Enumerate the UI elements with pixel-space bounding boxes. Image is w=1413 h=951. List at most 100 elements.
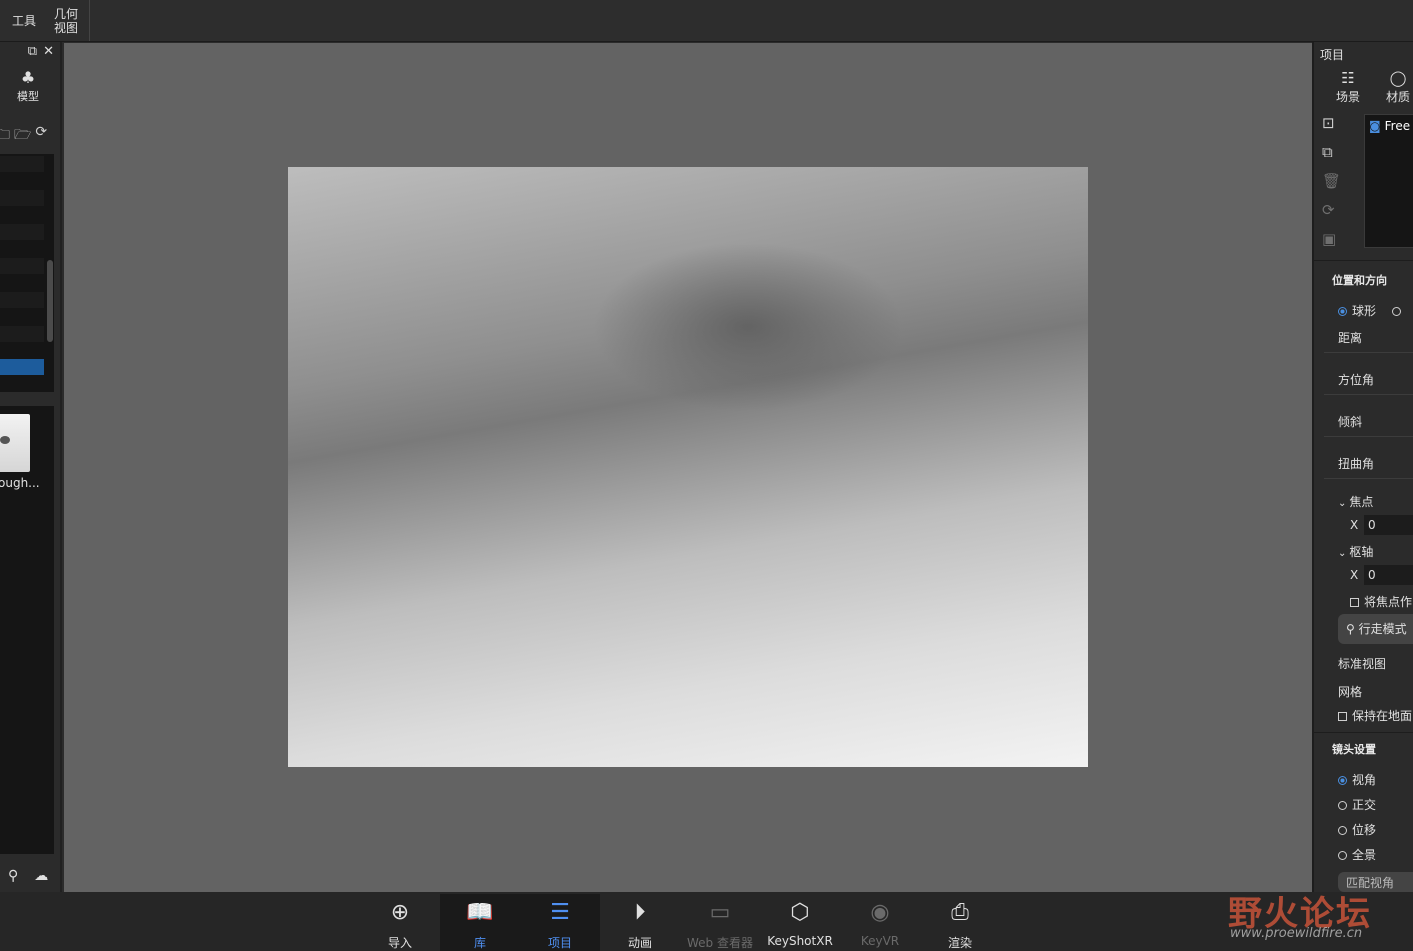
import-label: 导入 <box>387 936 412 950</box>
lens-option-shift[interactable]: 位移 <box>1338 821 1376 838</box>
keyshotxr-label: KeyShotXR <box>767 934 833 948</box>
camera-icon: ◙ <box>1369 119 1381 133</box>
model-thumbnail-label: ough... <box>0 476 40 490</box>
lens-option-label: 视角 <box>1352 773 1377 787</box>
keyshotxr-button[interactable]: ⬡ KeyShotXR <box>760 894 840 951</box>
animation-button[interactable]: ⏵ 动画 <box>600 894 680 951</box>
set-focus-checkbox[interactable]: 将焦点作 <box>1350 593 1412 610</box>
slider-track[interactable] <box>1324 436 1413 437</box>
distance-label: 距离 <box>1338 331 1363 345</box>
scene-icon: ☷ <box>1341 69 1355 87</box>
library-footer: ⚲ ☁ <box>8 868 48 884</box>
slider-track[interactable] <box>1324 478 1413 479</box>
tree-row[interactable] <box>0 258 44 274</box>
tree-row[interactable] <box>0 326 44 342</box>
add-folder-icon[interactable]: 🗀 <box>0 124 10 148</box>
render-viewport[interactable] <box>64 43 1312 892</box>
grid-label: 网格 <box>1338 685 1363 699</box>
focus-x-input[interactable]: 0 <box>1364 515 1413 535</box>
checkbox-icon <box>1350 598 1359 607</box>
lens-option-label: 正交 <box>1352 798 1377 812</box>
radio-icon <box>1338 851 1347 860</box>
camera-list[interactable]: ◙ Free <box>1364 114 1413 248</box>
material-icon: ◯ <box>1389 69 1407 87</box>
search-icon[interactable]: ⚲ <box>8 868 18 884</box>
refresh-icon[interactable]: ⟳ <box>35 124 47 148</box>
lens-option-label: 全景 <box>1352 848 1377 862</box>
focus-section-toggle[interactable]: ⌄ 焦点 <box>1338 493 1373 510</box>
toolbar-divider <box>89 0 90 41</box>
tree-row-selected[interactable] <box>0 359 44 375</box>
tab-models[interactable]: ♣ 模型 <box>6 68 50 104</box>
walk-icon: ⚲ <box>1346 622 1359 636</box>
library-icon: 📖 <box>466 900 494 925</box>
walk-mode-button[interactable]: ⚲ 行走模式 <box>1338 614 1413 644</box>
tools-button[interactable]: 工具 <box>4 0 44 41</box>
tree-scrollbar[interactable] <box>47 260 53 342</box>
top-toolbar: 工具 几何 视图 <box>0 0 1413 42</box>
pivot-section-toggle[interactable]: ⌄ 枢轴 <box>1338 543 1373 560</box>
model-thumbnails <box>0 406 54 854</box>
slider-track[interactable] <box>1324 394 1413 395</box>
slider-track[interactable] <box>1324 352 1413 353</box>
render-image[interactable] <box>288 167 1088 767</box>
tab-scene[interactable]: ☷ 场景 <box>1328 68 1368 105</box>
float-window-icon[interactable]: ⧉ <box>28 44 37 59</box>
bottom-ribbon: ⊕ 导入 📖 库 ☰ 项目 ⏵ 动画 ▭ Web 查看器 ⬡ KeyShotXR… <box>0 892 1413 951</box>
tab-material[interactable]: ◯ 材质 <box>1378 68 1413 105</box>
lens-option-perspective[interactable]: 视角 <box>1338 771 1376 788</box>
render-icon: ⎙ <box>951 900 969 925</box>
add-camera-icon[interactable]: ⊡ <box>1322 114 1341 132</box>
camera-list-item[interactable]: ◙ Free <box>1369 119 1410 133</box>
library-tools: 🗀 🗁 ⟳ <box>0 124 47 148</box>
radio-icon <box>1338 801 1347 810</box>
cloud-upload-icon[interactable]: ☁ <box>34 868 48 884</box>
library-panel: ⧉ ✕ ♣ 模型 🗀 🗁 ⟳ ough... ⚲ ☁ <box>0 42 62 892</box>
import-button[interactable]: ⊕ 导入 <box>360 894 440 951</box>
camera-tools: ⊡ ⧉ 🗑 ⟳ ▣ <box>1322 114 1341 248</box>
radio-selected-icon <box>1338 307 1347 316</box>
keyshot-window: 工具 几何 视图 ⧉ ✕ ♣ 模型 🗀 🗁 ⟳ ough... ⚲ ☁ 项目 ☷… <box>0 0 1413 951</box>
focus-x-label: X <box>1350 518 1359 532</box>
keep-ground-checkbox[interactable]: 保持在地面 <box>1338 707 1412 724</box>
radio-icon[interactable] <box>1392 307 1402 316</box>
animation-label: 动画 <box>627 936 652 950</box>
duplicate-camera-icon[interactable]: ⧉ <box>1322 143 1341 161</box>
reset-icon[interactable]: ⟳ <box>1322 201 1341 219</box>
keyvr-button[interactable]: ◉ KeyVR <box>840 894 920 951</box>
close-icon[interactable]: ✕ <box>43 44 54 59</box>
watermark-url: www.proewildfire.cn <box>1230 926 1363 941</box>
model-thumbnail[interactable] <box>0 414 30 472</box>
project-button[interactable]: ☰ 项目 <box>520 894 600 951</box>
section-divider <box>1314 260 1413 261</box>
pivot-x-input[interactable]: 0 <box>1364 565 1413 585</box>
lens-option-orthographic[interactable]: 正交 <box>1338 796 1376 813</box>
project-icon: ☰ <box>550 900 570 925</box>
section-position: 位置和方向 <box>1332 274 1387 287</box>
project-panel: 项目 ☷ 场景 ◯ 材质 ⊡ ⧉ 🗑 ⟳ ▣ ◙ Free 位置和方向 球形 距离… <box>1312 42 1413 892</box>
delete-icon[interactable]: 🗑 <box>1322 172 1341 190</box>
chevron-down-icon: ⌄ <box>1338 498 1347 509</box>
tree-row[interactable] <box>0 190 44 206</box>
folder-tree[interactable] <box>0 154 54 392</box>
library-label: 库 <box>473 936 486 950</box>
geometry-view-button[interactable]: 几何 视图 <box>46 0 86 41</box>
web-viewer-label: Web 查看器 <box>687 936 753 950</box>
open-folder-icon[interactable]: 🗁 <box>14 124 31 148</box>
twist-label: 扭曲角 <box>1338 457 1375 471</box>
tree-row[interactable] <box>0 224 44 240</box>
save-icon[interactable]: ▣ <box>1322 230 1341 248</box>
library-button[interactable]: 📖 库 <box>440 894 520 951</box>
lens-option-panorama[interactable]: 全景 <box>1338 846 1376 863</box>
tree-row[interactable] <box>0 156 44 172</box>
web-viewer-icon: ▭ <box>709 900 731 925</box>
chevron-down-icon: ⌄ <box>1338 548 1347 559</box>
web-viewer-button[interactable]: ▭ Web 查看器 <box>680 894 760 951</box>
tree-row[interactable] <box>0 292 44 308</box>
mode-sphere-radio[interactable]: 球形 <box>1338 302 1406 319</box>
walk-mode-label: 行走模式 <box>1358 622 1407 636</box>
panel-title: 项目 <box>1320 48 1345 62</box>
render-label: 渲染 <box>947 936 972 950</box>
render-button[interactable]: ⎙ 渲染 <box>920 894 1000 951</box>
radio-icon <box>1338 826 1347 835</box>
